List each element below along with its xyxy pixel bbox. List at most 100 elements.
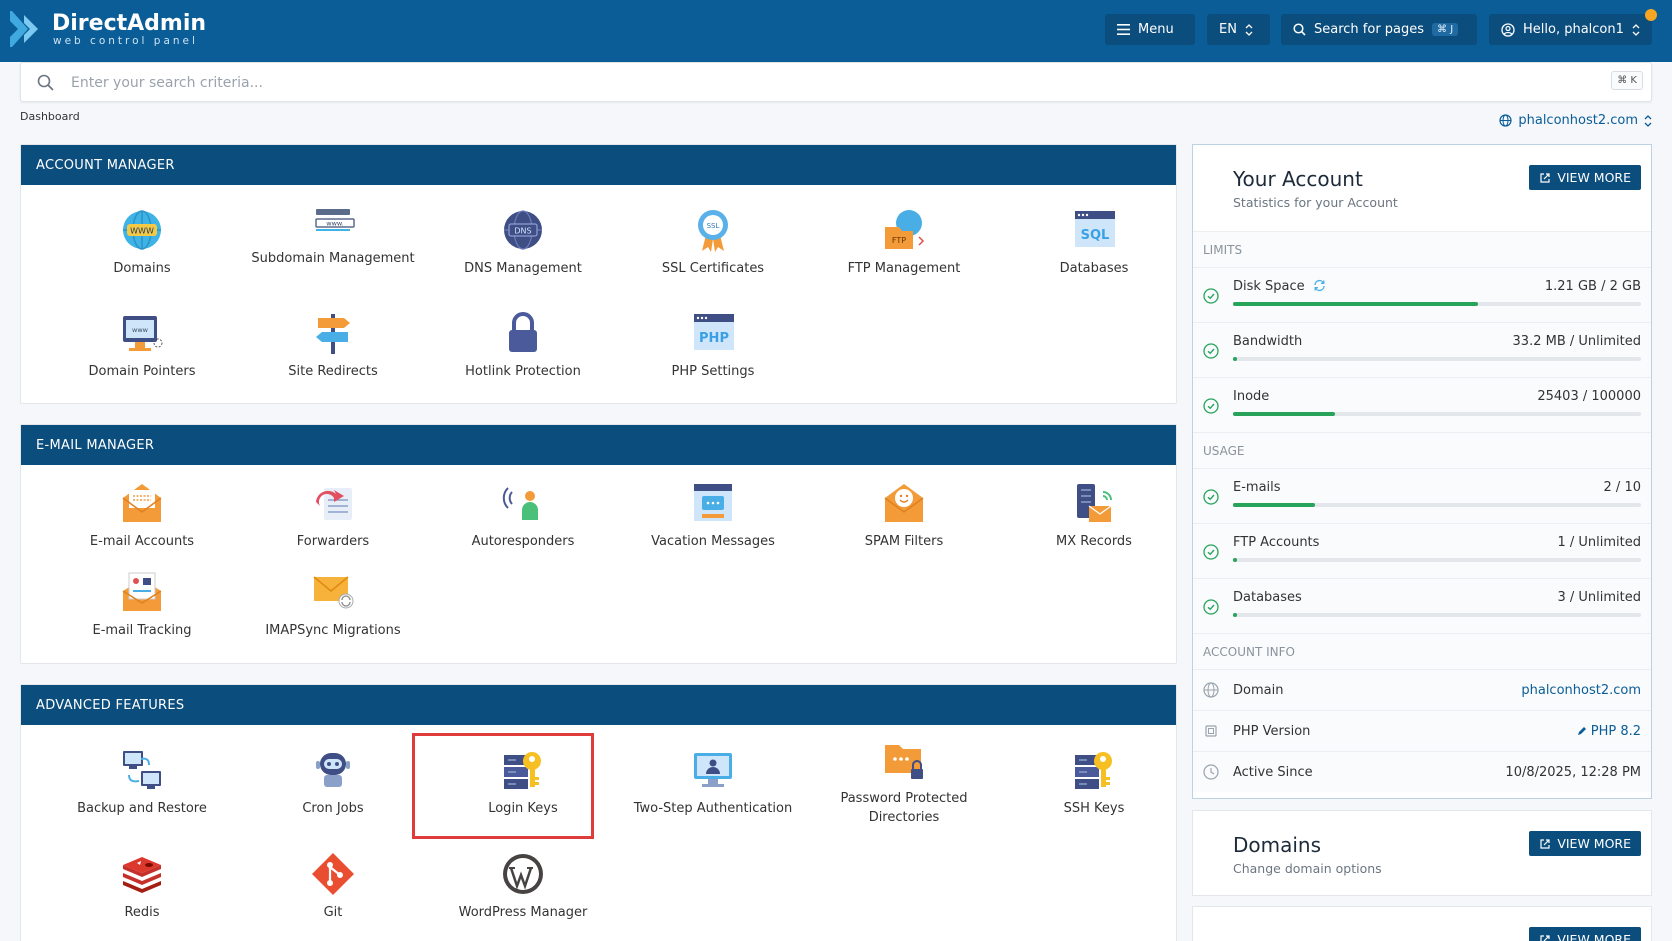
tile-label: E-mail Tracking: [92, 623, 192, 638]
domain-selector[interactable]: phalconhost2.com: [1499, 113, 1652, 128]
domain-link[interactable]: phalconhost2.com: [1521, 683, 1641, 698]
tile-redis[interactable]: Redis: [47, 851, 237, 922]
tile-site-redirects[interactable]: Site Redirects: [238, 310, 428, 381]
tile-hotlink-protection[interactable]: Hotlink Protection: [428, 310, 618, 381]
chevron-updown-icon: [1644, 114, 1652, 127]
tile-wordpress-manager[interactable]: WordPress Manager: [428, 851, 618, 922]
notification-dot[interactable]: [1645, 9, 1657, 21]
language-select[interactable]: EN: [1207, 14, 1270, 45]
tile-databases[interactable]: SQL Databases: [999, 207, 1189, 278]
tile-dns-management[interactable]: DNS DNS Management: [428, 207, 618, 278]
view-more-button[interactable]: VIEW MORE: [1529, 831, 1641, 856]
tile-label: Redis: [124, 905, 160, 920]
tile-two-step-authentication[interactable]: Two-Step Authentication: [618, 747, 808, 818]
domains-card-subtitle: Change domain options: [1233, 861, 1382, 876]
stat-value: 25403 / 100000: [1537, 389, 1641, 404]
tile-label: SPAM Filters: [864, 534, 944, 549]
email-envelope-icon: [122, 484, 162, 522]
tile-imapsync-migrations[interactable]: IMAPSync Migrations: [238, 569, 428, 640]
sql-database-icon: SQL: [1075, 211, 1115, 247]
account-info-label: ACCOUNT INFO: [1193, 633, 1651, 669]
stat-name: E-mails: [1233, 480, 1281, 495]
ftp-folder-icon: FTP: [885, 210, 925, 249]
user-menu-button[interactable]: Hello, phalcon1: [1489, 14, 1652, 45]
tile-ftp-management[interactable]: FTP FTP Management: [809, 207, 999, 278]
tile-label: Login Keys: [488, 801, 558, 816]
progress-bar: [1233, 613, 1641, 617]
domain-selector-label: phalconhost2.com: [1518, 113, 1638, 128]
tile-spam-filters[interactable]: SPAM Filters: [809, 480, 999, 551]
breadcrumb[interactable]: Dashboard: [20, 110, 80, 123]
tile-label: Git: [323, 905, 343, 920]
domains-card-title: Domains: [1233, 833, 1322, 857]
your-account-subtitle: Statistics for your Account: [1233, 195, 1398, 210]
tile-mx-records[interactable]: MX Records: [999, 480, 1189, 551]
search-pages-shortcut: ⌘ J: [1432, 23, 1459, 36]
tile-autoresponders[interactable]: Autoresponders: [428, 480, 618, 551]
search-pages-label: Search for pages: [1314, 22, 1425, 37]
tile-ssl-certificates[interactable]: SSL SSL Certificates: [618, 207, 808, 278]
tile-email-tracking[interactable]: E-mail Tracking: [47, 569, 237, 640]
tile-label: Hotlink Protection: [465, 364, 581, 379]
tile-label: MX Records: [1056, 534, 1132, 549]
tile-backup-and-restore[interactable]: Backup and Restore: [47, 747, 237, 818]
hamburger-icon: [1117, 24, 1130, 35]
tile-cron-jobs[interactable]: Cron Jobs: [238, 747, 428, 818]
globe-icon: [1203, 682, 1219, 698]
tile-password-protected-directories[interactable]: Password Protected Directories: [809, 737, 999, 827]
panel-title: ADVANCED FEATURES: [21, 685, 1176, 725]
tile-forwarders[interactable]: Forwarders: [238, 480, 428, 551]
tile-subdomain-management[interactable]: www. Subdomain Management: [238, 197, 428, 268]
tile-label: Domain Pointers: [88, 364, 196, 379]
dns-globe-icon: DNS: [504, 210, 542, 250]
wordpress-icon: [503, 854, 543, 894]
stat-value: 2 / 10: [1603, 480, 1641, 495]
stat-row-disk-space: Disk Space 1.21 GB / 2 GB: [1193, 267, 1651, 322]
progress-fill: [1233, 613, 1238, 617]
stat-name: FTP Accounts: [1233, 535, 1320, 550]
mx-records-icon: [1077, 484, 1112, 522]
tile-domains[interactable]: WWW Domains: [47, 207, 237, 278]
stat-name: Bandwidth: [1233, 334, 1303, 349]
tile-ssh-keys[interactable]: SSH Keys: [999, 747, 1189, 818]
tile-git[interactable]: Git: [238, 851, 428, 922]
two-step-auth-icon: [694, 753, 732, 787]
tile-email-accounts[interactable]: E-mail Accounts: [47, 480, 237, 551]
progress-bar: [1233, 302, 1641, 306]
next-card-partial: VIEW MORE: [1192, 906, 1652, 941]
stat-value: 1.21 GB / 2 GB: [1544, 279, 1641, 294]
email-tracking-icon: [122, 572, 162, 611]
php-version-link[interactable]: PHP 8.2: [1577, 724, 1641, 739]
directadmin-logo[interactable]: DirectAdmin web control panel: [10, 9, 210, 49]
stat-row-emails: E-mails 2 / 10: [1193, 468, 1651, 523]
check-circle-icon: [1203, 599, 1219, 615]
tile-vacation-messages[interactable]: Vacation Messages: [618, 480, 808, 551]
tile-domain-pointers[interactable]: www Domain Pointers: [47, 310, 237, 381]
menu-button[interactable]: Menu: [1105, 14, 1195, 45]
stat-value: 1 / Unlimited: [1557, 535, 1641, 550]
ssl-badge-icon: SSL: [698, 210, 728, 252]
search-pages-button[interactable]: Search for pages ⌘ J: [1281, 14, 1477, 45]
view-more-button[interactable]: VIEW MORE: [1529, 165, 1641, 190]
account-manager-panel: ACCOUNT MANAGER WWW Domains www. Subdoma…: [20, 144, 1177, 404]
tile-php-settings[interactable]: PHP PHP Settings: [618, 310, 808, 381]
domains-card-header: Domains Change domain options VIEW MORE: [1193, 811, 1651, 897]
tile-label: IMAPSync Migrations: [265, 623, 401, 638]
globe-icon: [1499, 114, 1512, 127]
server-key-icon: [504, 752, 541, 789]
stat-name: Inode: [1233, 389, 1270, 404]
refresh-icon[interactable]: [1313, 279, 1326, 292]
tile-label: FTP Management: [847, 261, 961, 276]
info-value: 10/8/2025, 12:28 PM: [1505, 764, 1641, 780]
chip-icon: [1205, 725, 1217, 737]
search-input[interactable]: [71, 72, 1521, 94]
tile-label: Vacation Messages: [651, 534, 775, 549]
check-circle-icon: [1203, 288, 1219, 304]
backup-computers-icon: [123, 751, 161, 789]
robot-icon: [316, 753, 350, 787]
tile-login-keys[interactable]: Login Keys: [428, 747, 618, 818]
progress-bar: [1233, 357, 1641, 361]
locked-folder-icon: [885, 745, 923, 779]
view-more-button[interactable]: VIEW MORE: [1529, 927, 1641, 941]
globe-www-icon: WWW: [123, 210, 161, 250]
